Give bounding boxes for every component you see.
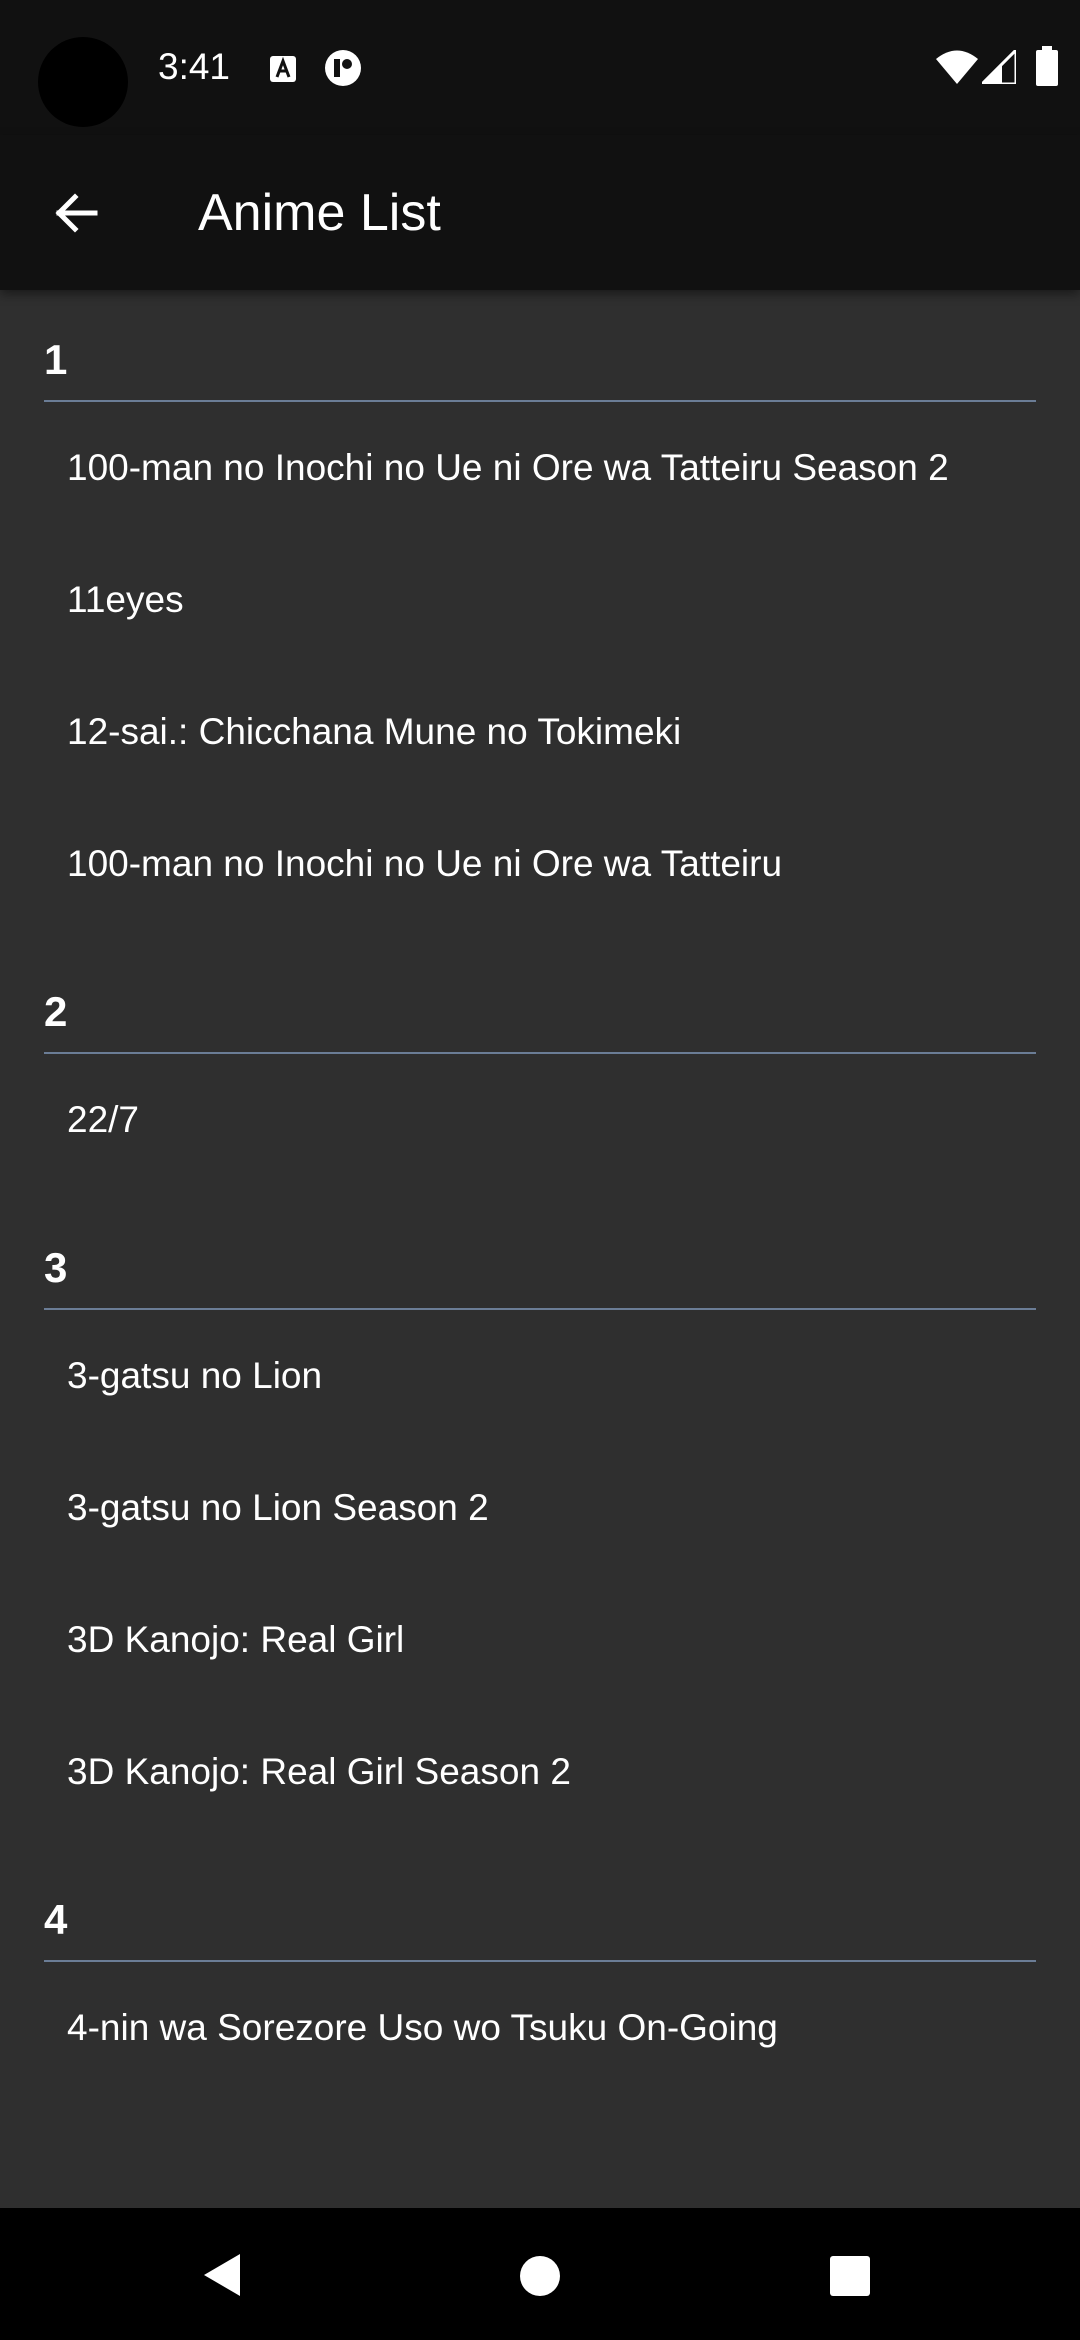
signal-icon: [982, 50, 1016, 84]
battery-icon: [1036, 46, 1058, 86]
camera-cutout: [38, 37, 128, 127]
app-notification-icon: [325, 50, 361, 86]
section-header: 3: [44, 1186, 1036, 1310]
list-item[interactable]: 12-sai.: Chicchana Mune no Tokimeki: [0, 666, 1080, 798]
list-item[interactable]: 22/7: [0, 1054, 1080, 1186]
list-item[interactable]: 100-man no Inochi no Ue ni Ore wa Tattei…: [0, 798, 1080, 930]
list-item[interactable]: 4-nin wa Sorezore Uso wo Tsuku On-Going: [0, 1962, 1080, 2094]
text-a-notification-icon: [270, 56, 296, 82]
list-item[interactable]: 11eyes: [0, 534, 1080, 666]
section-4: 4 4-nin wa Sorezore Uso wo Tsuku On-Goin…: [0, 1838, 1080, 2094]
section-letter: 3: [44, 1244, 68, 1291]
list-item[interactable]: 100-man no Inochi no Ue ni Ore wa Tattei…: [0, 402, 1080, 534]
section-header: 1: [44, 290, 1036, 402]
page-title: Anime List: [198, 184, 441, 242]
status-time: 3:41: [158, 46, 231, 87]
back-button[interactable]: [40, 177, 112, 249]
list-item[interactable]: 3D Kanojo: Real Girl: [0, 1574, 1080, 1706]
section-letter: 1: [44, 336, 68, 383]
list-item[interactable]: 3D Kanojo: Real Girl Season 2: [0, 1706, 1080, 1838]
list-item[interactable]: 3-gatsu no Lion: [0, 1310, 1080, 1442]
system-nav-bar: [0, 2208, 1080, 2340]
app-bar: Anime List: [0, 135, 1080, 290]
section-header: 4: [44, 1838, 1036, 1962]
wifi-icon: [936, 50, 978, 84]
list-item[interactable]: 3-gatsu no Lion Season 2: [0, 1442, 1080, 1574]
section-header: 2: [44, 930, 1036, 1054]
section-1: 1 100-man no Inochi no Ue ni Ore wa Tatt…: [0, 290, 1080, 930]
home-circle-icon[interactable]: [518, 2254, 562, 2298]
section-letter: 4: [44, 1896, 68, 1943]
anime-list[interactable]: 1 100-man no Inochi no Ue ni Ore wa Tatt…: [0, 290, 1080, 2208]
section-3: 3 3-gatsu no Lion 3-gatsu no Lion Season…: [0, 1186, 1080, 1838]
status-bar: 3:41: [0, 0, 1080, 135]
section-2: 2 22/7: [0, 930, 1080, 1186]
arrow-left-icon: [55, 193, 98, 233]
recents-square-icon[interactable]: [828, 2254, 872, 2298]
section-letter: 2: [44, 988, 68, 1035]
back-triangle-icon[interactable]: [200, 2252, 246, 2298]
